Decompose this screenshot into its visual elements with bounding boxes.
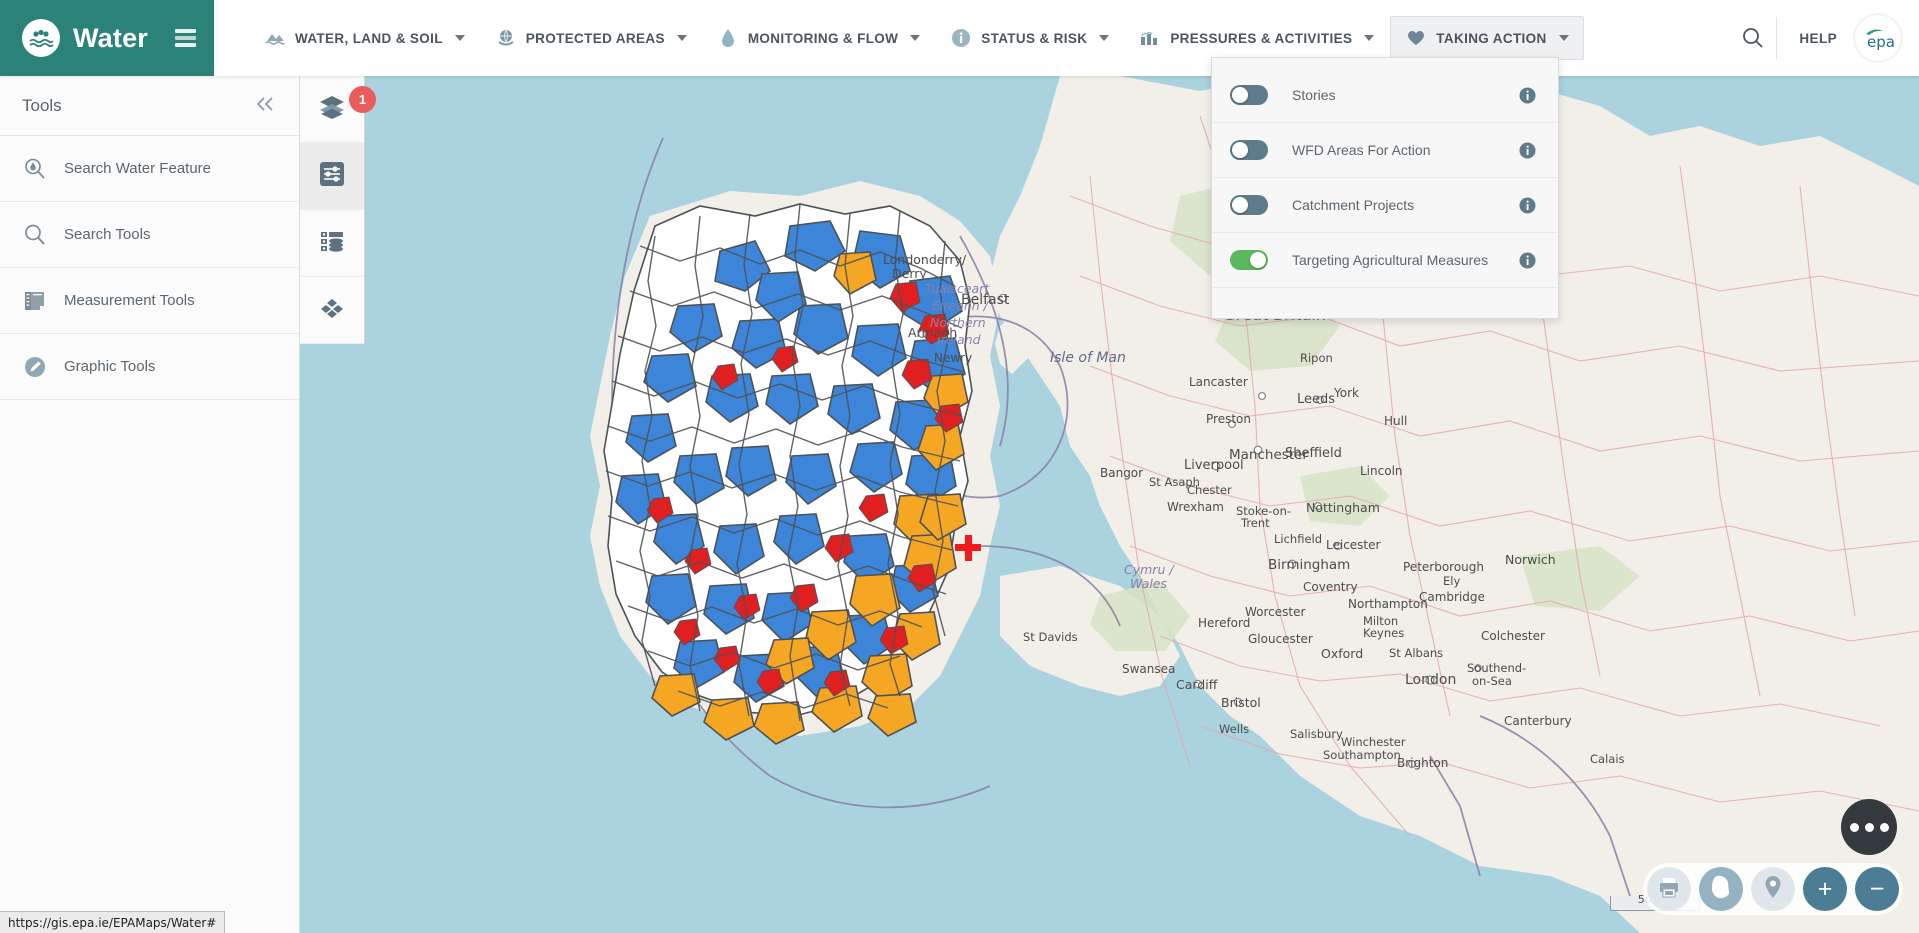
basemap-diamond-grid-icon	[318, 296, 346, 325]
tool-label: Graphic Tools	[64, 358, 156, 375]
nav-label: PRESSURES & ACTIVITIES	[1170, 30, 1353, 46]
tools-panel: Tools Search Water Feature Search Tools	[0, 76, 300, 933]
search-water-feature-icon	[22, 156, 48, 182]
sliders-filter-icon	[319, 161, 345, 192]
nav-item-pressures-activities[interactable]: PRESSURES & ACTIVITIES	[1125, 16, 1388, 60]
layers-stack-icon	[318, 94, 346, 125]
map-layer-toolbar: 1	[300, 76, 376, 344]
divider	[1776, 17, 1778, 59]
ruler-measure-icon	[22, 288, 48, 314]
water-catchment-logo-icon	[22, 19, 60, 57]
dropdown-item-stories: Stories	[1212, 68, 1558, 123]
printer-icon	[1657, 876, 1681, 903]
epa-logo-icon[interactable]: epa	[1855, 15, 1901, 61]
location-pin-icon	[1763, 875, 1783, 904]
ireland-extent-button[interactable]	[1699, 867, 1743, 911]
chevron-down-icon	[1364, 35, 1375, 41]
help-button[interactable]: HELP	[1799, 31, 1837, 46]
info-icon[interactable]	[1519, 142, 1536, 159]
nav-item-water-land-soil[interactable]: WATER, LAND & SOIL	[250, 16, 479, 60]
tool-item-search-water-feature[interactable]: Search Water Feature	[0, 136, 299, 202]
chevron-down-icon	[1099, 35, 1110, 41]
chevron-down-icon	[676, 35, 687, 41]
factory-chart-icon	[1139, 27, 1161, 49]
dropdown-item-targeting-agricultural-measures: Targeting Agricultural Measures	[1212, 233, 1558, 288]
tool-label: Measurement Tools	[64, 292, 195, 309]
search-icon[interactable]	[1736, 21, 1770, 55]
chevron-down-icon	[454, 35, 465, 41]
dropdown-label: WFD Areas For Action	[1292, 142, 1431, 158]
zoom-in-button[interactable]: +	[1803, 867, 1847, 911]
search-icon	[22, 222, 48, 248]
toggle-wfd-areas-for-action[interactable]	[1230, 140, 1268, 160]
ireland-shape-icon	[1710, 875, 1732, 904]
brand-area: Water	[0, 0, 214, 76]
info-icon[interactable]	[1519, 87, 1536, 104]
nav-item-taking-action[interactable]: TAKING ACTION	[1390, 16, 1584, 60]
locate-button[interactable]	[1751, 867, 1795, 911]
taking-action-dropdown: Stories WFD Areas For Action Catchment P…	[1211, 57, 1559, 319]
toggle-targeting-agricultural-measures[interactable]	[1230, 250, 1268, 270]
land-water-icon	[264, 27, 286, 49]
chevron-down-icon	[1558, 35, 1569, 41]
tools-panel-header: Tools	[0, 76, 299, 136]
tool-label: Search Water Feature	[64, 160, 212, 177]
nav-item-status-risk[interactable]: STATUS & RISK	[936, 16, 1123, 60]
status-bar: https://gis.epa.ie/EPAMaps/Water#	[0, 911, 226, 933]
dropdown-item-wfd-areas-for-action: WFD Areas For Action	[1212, 123, 1558, 178]
pencil-draw-icon	[22, 354, 48, 380]
tool-label: Search Tools	[64, 226, 151, 243]
tool-item-graphic-tools[interactable]: Graphic Tools	[0, 334, 299, 400]
info-icon[interactable]	[1519, 197, 1536, 214]
dropdown-bottom-spacer	[1212, 288, 1558, 318]
top-bar: Water WATER, LAND & SOIL PROTECTED AREAS…	[0, 0, 1919, 76]
water-drop-icon	[717, 27, 739, 49]
dropdown-top-spacer	[1212, 58, 1558, 68]
heart-icon	[1405, 27, 1427, 49]
dropdown-label: Targeting Agricultural Measures	[1292, 252, 1489, 268]
brand-title: Water	[73, 22, 149, 53]
toggle-catchment-projects[interactable]	[1230, 195, 1268, 215]
page-title: Tools	[22, 95, 62, 115]
dropdown-label: Stories	[1292, 87, 1336, 103]
zoom-out-button[interactable]: −	[1855, 867, 1899, 911]
status-bar-url: https://gis.epa.ie/EPAMaps/Water#	[8, 915, 217, 930]
tool-item-measurement-tools[interactable]: Measurement Tools	[0, 268, 299, 334]
dropdown-item-catchment-projects: Catchment Projects	[1212, 178, 1558, 233]
print-button[interactable]	[1647, 867, 1691, 911]
nav-label: STATUS & RISK	[981, 30, 1088, 46]
top-right-area: HELP epa	[1736, 0, 1919, 76]
tool-item-search-tools[interactable]: Search Tools	[0, 202, 299, 268]
svg-text:epa: epa	[1867, 33, 1895, 51]
map-controls: + −	[1643, 863, 1903, 915]
nav-item-monitoring-flow[interactable]: MONITORING & FLOW	[703, 16, 934, 60]
ellipsis-more-icon[interactable]	[1841, 799, 1897, 855]
nav-label: MONITORING & FLOW	[747, 30, 899, 46]
info-circle-icon	[950, 27, 972, 49]
info-icon[interactable]	[1519, 252, 1536, 269]
dropdown-label: Catchment Projects	[1292, 197, 1415, 213]
double-chevron-left-icon[interactable]	[255, 96, 277, 116]
plus-icon: +	[1817, 874, 1833, 903]
layer-settings-button[interactable]	[300, 143, 364, 210]
nav-label: PROTECTED AREAS	[525, 30, 665, 46]
layers-count-badge: 1	[349, 86, 376, 113]
chevron-down-icon	[910, 35, 921, 41]
toggle-stories[interactable]	[1230, 85, 1268, 105]
layers-button[interactable]: 1	[300, 76, 376, 143]
map-canvas[interactable]: Londonderry/Derry Tuaisceart Éireann / Nort…	[300, 76, 1919, 933]
nav-label: WATER, LAND & SOIL	[295, 30, 443, 46]
hamburger-menu-icon[interactable]	[175, 29, 197, 47]
database-list-icon	[319, 228, 345, 259]
basemap-button[interactable]	[300, 277, 364, 344]
protected-areas-globe-icon	[495, 27, 517, 49]
map-graphics	[300, 76, 1919, 933]
nav-item-protected-areas[interactable]: PROTECTED AREAS	[481, 16, 701, 60]
data-catalog-button[interactable]	[300, 210, 364, 277]
minus-icon: −	[1869, 874, 1885, 903]
nav-label: TAKING ACTION	[1436, 30, 1547, 46]
